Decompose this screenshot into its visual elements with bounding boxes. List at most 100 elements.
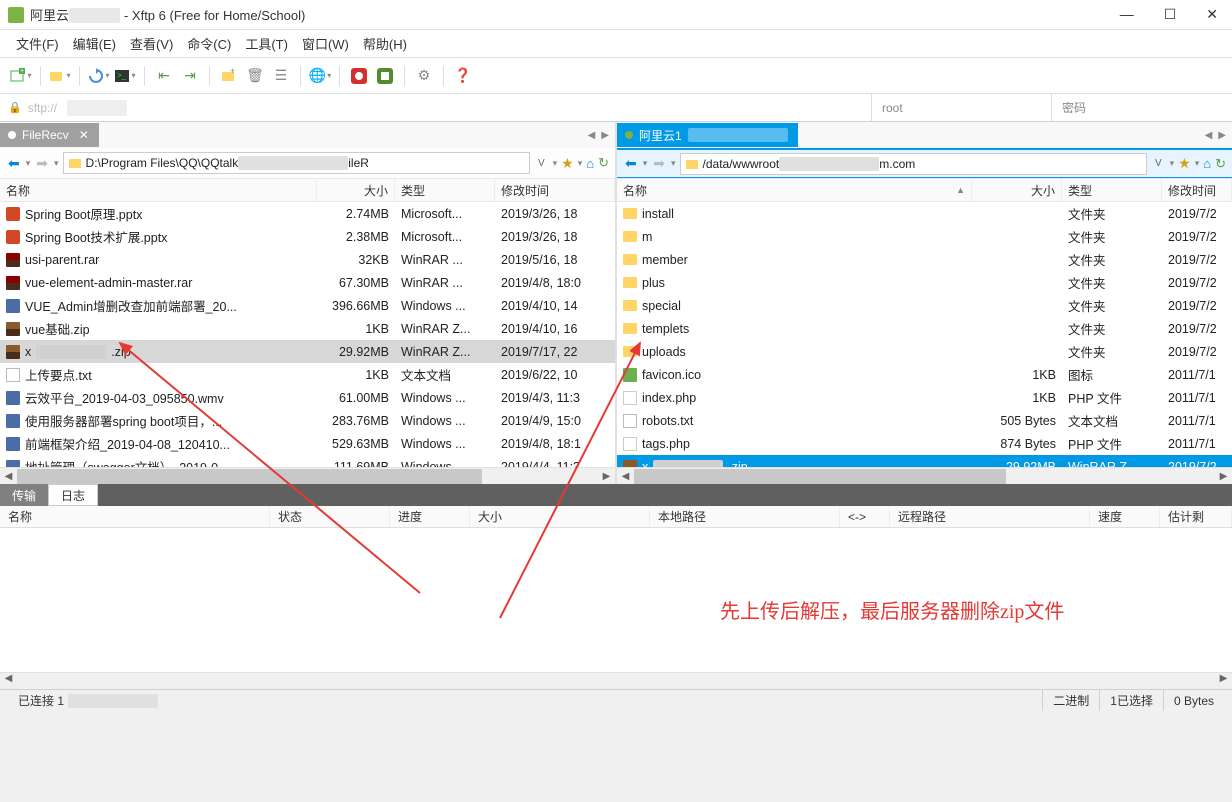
file-row[interactable]: uploads文件夹2019/7/2 xyxy=(617,340,1232,363)
svg-text:>_: >_ xyxy=(117,71,127,80)
minimize-button[interactable]: — xyxy=(1114,4,1140,25)
local-path-input[interactable]: D:\Program Files\QQ\QQtalkileR xyxy=(63,152,530,174)
zip-icon xyxy=(6,322,20,336)
path-dropdown-icon[interactable]: V xyxy=(1151,158,1166,169)
file-row[interactable]: Spring Boot技术扩展.pptx2.38MBMicrosoft...20… xyxy=(0,225,615,248)
file-row[interactable]: x.zip29.92MBWinRAR Z...2019/7/17, 22 xyxy=(0,340,615,363)
file-row[interactable]: usi-parent.rar32KBWinRAR ...2019/5/16, 1… xyxy=(0,248,615,271)
menu-tools[interactable]: 工具(T) xyxy=(245,34,288,53)
bottom-tab-bar: 传输 日志 xyxy=(0,484,1232,506)
remote-tab-bar: 阿里云1 ◀ ▶ xyxy=(617,122,1232,148)
file-row[interactable]: 云效平台_2019-04-03_095850.wmv61.00MBWindows… xyxy=(0,386,615,409)
tab-prev-icon[interactable]: ◀ xyxy=(1205,130,1213,141)
menu-view[interactable]: 查看(V) xyxy=(130,34,173,53)
refresh-icon[interactable]: ↻ xyxy=(1215,156,1226,172)
local-tab[interactable]: FileRecv ✕ xyxy=(0,123,99,147)
file-row[interactable]: x.zip29.92MBWinRAR Z...2019/7/2 xyxy=(617,455,1232,467)
file-row[interactable]: vue-element-admin-master.rar67.30MBWinRA… xyxy=(0,271,615,294)
file-row[interactable]: plus文件夹2019/7/2 xyxy=(617,271,1232,294)
new-session-button[interactable]: +▾ xyxy=(10,65,32,87)
bookmark-icon[interactable]: ★ xyxy=(561,155,574,172)
transfer-column-headers[interactable]: 名称 状态 进度 大小 本地路径 <-> 远程路径 速度 估计剩 xyxy=(0,506,1232,528)
properties-button[interactable]: ☰ xyxy=(270,65,292,87)
settings-button[interactable]: ⚙ xyxy=(413,65,435,87)
green-app-icon[interactable] xyxy=(374,65,396,87)
svg-text:+: + xyxy=(230,68,235,76)
file-row[interactable]: m文件夹2019/7/2 xyxy=(617,225,1232,248)
password-input[interactable]: 密码 xyxy=(1052,94,1232,121)
file-row[interactable]: 前端框架介绍_2019-04-08_120410...529.63MBWindo… xyxy=(0,432,615,455)
file-row[interactable]: special文件夹2019/7/2 xyxy=(617,294,1232,317)
tab-next-icon[interactable]: ▶ xyxy=(601,130,609,141)
file-row[interactable]: index.php1KBPHP 文件2011/7/1 xyxy=(617,386,1232,409)
tab-transfer[interactable]: 传输 xyxy=(0,484,48,506)
blurred-text xyxy=(69,8,120,23)
nav-back-icon[interactable]: ⬅ xyxy=(6,155,22,172)
remote-file-list[interactable]: install文件夹2019/7/2m文件夹2019/7/2member文件夹2… xyxy=(617,202,1232,467)
nav-back-icon[interactable]: ⬅ xyxy=(623,155,639,172)
php-icon xyxy=(623,437,637,451)
file-row[interactable]: templets文件夹2019/7/2 xyxy=(617,317,1232,340)
col-date: 修改时间 xyxy=(495,179,615,201)
nav-back-dd[interactable]: ▾ xyxy=(26,158,31,169)
open-button[interactable]: ▾ xyxy=(49,65,71,87)
local-h-scrollbar[interactable]: ◀▶ xyxy=(0,467,615,484)
close-tab-icon[interactable]: ✕ xyxy=(79,128,89,142)
wmv-icon xyxy=(6,299,20,313)
red-app-icon[interactable] xyxy=(348,65,370,87)
file-row[interactable]: 上传要点.txt1KB文本文档2019/6/22, 10 xyxy=(0,363,615,386)
file-row[interactable]: vue基础.zip1KBWinRAR Z...2019/4/10, 16 xyxy=(0,317,615,340)
file-row[interactable]: 地址管理（swagger文档）_2019-0...111.69MBWindows… xyxy=(0,455,615,467)
remote-path-input[interactable]: /data/wwwrootm.com xyxy=(680,153,1147,175)
bottom-h-scrollbar[interactable]: ◀▶ xyxy=(0,672,1232,689)
sync-button[interactable]: ▾ xyxy=(88,65,110,87)
refresh-icon[interactable]: ↻ xyxy=(598,155,609,171)
home-icon[interactable]: ⌂ xyxy=(586,156,594,171)
path-dropdown-icon[interactable]: V xyxy=(534,158,549,169)
maximize-button[interactable]: ☐ xyxy=(1158,4,1183,25)
file-row[interactable]: install文件夹2019/7/2 xyxy=(617,202,1232,225)
status-mode: 二进制 xyxy=(1042,690,1099,711)
nav-forward-dd[interactable]: ▾ xyxy=(54,158,59,169)
file-row[interactable]: tags.php874 BytesPHP 文件2011/7/1 xyxy=(617,432,1232,455)
local-file-list[interactable]: Spring Boot原理.pptx2.74MBMicrosoft...2019… xyxy=(0,202,615,467)
new-folder-button[interactable]: + xyxy=(218,65,240,87)
home-icon[interactable]: ⌂ xyxy=(1203,156,1211,171)
protocol-label[interactable]: sftp:// xyxy=(28,101,57,115)
menu-command[interactable]: 命令(C) xyxy=(187,34,231,53)
menu-window[interactable]: 窗口(W) xyxy=(302,34,349,53)
file-row[interactable]: favicon.ico1KB图标2011/7/1 xyxy=(617,363,1232,386)
help-button[interactable]: ❓ xyxy=(452,65,474,87)
nav-forward-icon[interactable]: ➡ xyxy=(651,155,667,172)
file-row[interactable]: VUE_Admin增删改查加前端部署_20...396.66MBWindows … xyxy=(0,294,615,317)
tab-next-icon[interactable]: ▶ xyxy=(1218,130,1226,141)
menu-edit[interactable]: 编辑(E) xyxy=(73,34,116,53)
host-input-blurred[interactable] xyxy=(67,100,127,116)
nav-forward-icon[interactable]: ➡ xyxy=(34,155,50,172)
transfer-left-button[interactable]: ⇤ xyxy=(153,65,175,87)
transfer-right-button[interactable]: ⇥ xyxy=(179,65,201,87)
status-bytes: 0 Bytes xyxy=(1163,690,1224,711)
bookmark-icon[interactable]: ★ xyxy=(1178,155,1191,172)
delete-button[interactable]: 🗑 xyxy=(244,65,266,87)
close-button[interactable]: ✕ xyxy=(1200,4,1224,25)
pptx-icon xyxy=(6,230,20,244)
file-row[interactable]: robots.txt505 Bytes文本文档2011/7/1 xyxy=(617,409,1232,432)
folder-icon xyxy=(623,300,637,311)
local-column-headers[interactable]: 名称 大小 类型 修改时间 xyxy=(0,178,615,202)
file-row[interactable]: Spring Boot原理.pptx2.74MBMicrosoft...2019… xyxy=(0,202,615,225)
menu-file[interactable]: 文件(F) xyxy=(16,34,59,53)
file-row[interactable]: member文件夹2019/7/2 xyxy=(617,248,1232,271)
remote-h-scrollbar[interactable]: ◀▶ xyxy=(617,467,1232,484)
terminal-button[interactable]: >_▾ xyxy=(114,65,136,87)
remote-tab[interactable]: 阿里云1 xyxy=(617,123,798,147)
username-input[interactable]: root xyxy=(872,94,1052,121)
menu-help[interactable]: 帮助(H) xyxy=(363,34,407,53)
zip-icon xyxy=(6,345,20,359)
tab-prev-icon[interactable]: ◀ xyxy=(588,130,596,141)
file-row[interactable]: 使用服务器部署spring boot项目，...283.76MBWindows … xyxy=(0,409,615,432)
globe-button[interactable]: 🌐▾ xyxy=(309,65,331,87)
remote-column-headers[interactable]: 名称▲ 大小 类型 修改时间 xyxy=(617,178,1232,202)
wmv-icon xyxy=(6,391,20,405)
tab-log[interactable]: 日志 xyxy=(48,484,98,506)
